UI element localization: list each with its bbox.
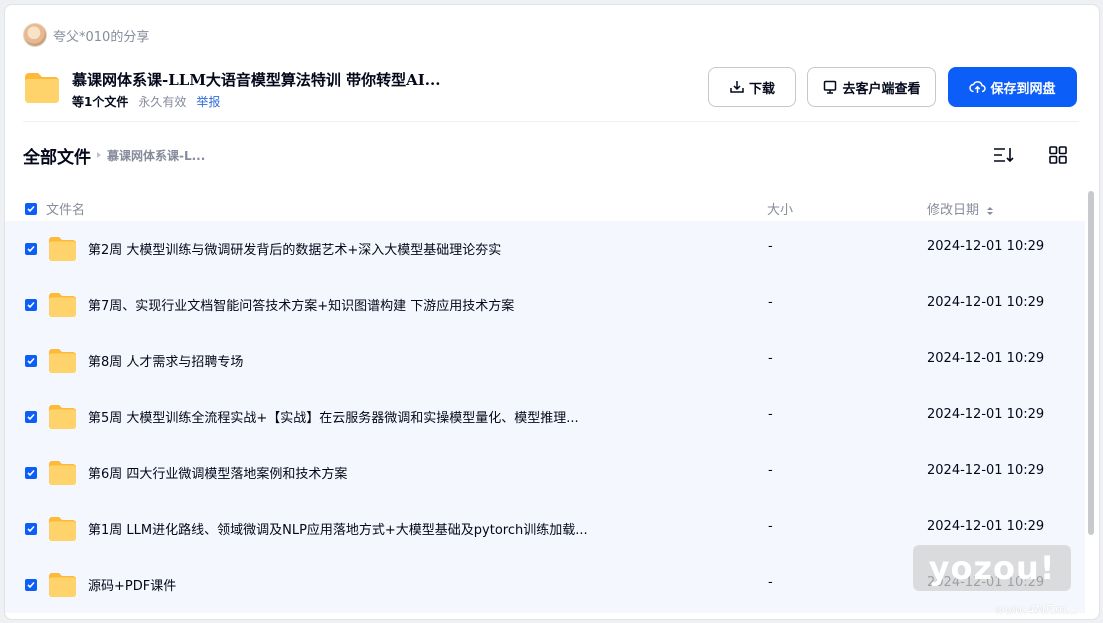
scrollbar[interactable]	[1088, 191, 1094, 535]
file-modified: 2024-12-01 10:29	[927, 519, 1045, 534]
sort-arrows-icon	[987, 206, 994, 215]
file-name[interactable]: 第6周 四大行业微调模型落地案例和技术方案	[88, 463, 347, 482]
folder-icon	[49, 461, 76, 485]
breadcrumb-root[interactable]: 全部文件	[23, 143, 91, 168]
row-checkbox[interactable]	[25, 243, 37, 255]
file-modified: 2024-12-01 10:29	[927, 463, 1045, 478]
share-page: 夸父*010的分享 慕课网体系课-LLM大语音模型算法特训 带你转型AI... …	[4, 4, 1100, 620]
table-header: 文件名 大小 修改日期	[5, 191, 1085, 223]
share-meta: 等1个文件 永久有效 举报	[72, 93, 220, 110]
validity-text: 永久有效	[138, 95, 187, 109]
download-button[interactable]: 下载	[708, 67, 796, 107]
breadcrumb-separator-icon	[97, 152, 101, 158]
download-icon	[730, 81, 744, 93]
column-name: 文件名	[46, 203, 86, 218]
folder-icon	[49, 517, 76, 541]
folder-icon	[49, 293, 76, 317]
checkbox-icon	[27, 469, 35, 477]
folder-icon	[25, 73, 59, 103]
save-label: 保存到网盘	[990, 81, 1056, 97]
row-checkbox[interactable]	[25, 467, 37, 479]
file-size: -	[768, 407, 773, 422]
row-checkbox[interactable]	[25, 411, 37, 423]
row-checkbox[interactable]	[25, 299, 37, 311]
sharer-name: 夸父*010的分享	[53, 29, 150, 45]
table-row[interactable]: 第2周 大模型训练与微调研发背后的数据艺术+深入大模型基础理论夯实 - 2024-1…	[5, 221, 1085, 277]
select-all-checkbox[interactable]	[25, 203, 37, 215]
column-modified-label: 修改日期	[927, 203, 980, 218]
sharer-info: 夸父*010的分享	[23, 23, 149, 47]
folder-icon	[49, 237, 76, 261]
table-row[interactable]: 第6周 四大行业微调模型落地案例和技术方案 - 2024-12-01 10:29	[5, 445, 1085, 501]
file-modified: 2024-12-01 10:29	[927, 407, 1045, 422]
checkbox-icon	[27, 413, 35, 421]
file-name[interactable]: 第8周 人才需求与招聘专场	[88, 351, 243, 370]
table-row[interactable]: 第5周 大模型训练全流程实战+【实战】在云服务器微调和实操模型量化、模型推理..…	[5, 389, 1085, 445]
table-row[interactable]: 第8周 人才需求与招聘专场 - 2024-12-01 10:29	[5, 333, 1085, 389]
client-label: 去客户端查看	[842, 81, 921, 97]
file-name[interactable]: 源码+PDF课件	[88, 575, 176, 594]
grid-view-icon[interactable]	[1046, 143, 1070, 167]
file-count: 等1个文件	[72, 95, 129, 109]
breadcrumb-current: 慕课网体系课-L...	[107, 148, 206, 163]
download-label: 下载	[748, 81, 775, 97]
column-modified[interactable]: 修改日期	[927, 199, 994, 218]
file-modified: 2024-12-01 10:29	[927, 295, 1045, 310]
file-modified: 2024-12-01 10:29	[927, 351, 1045, 366]
file-name[interactable]: 第5周 大模型训练全流程实战+【实战】在云服务器微调和实操模型量化、模型推理..…	[88, 407, 579, 426]
file-size: -	[768, 239, 773, 254]
open-in-client-button[interactable]: 去客户端查看	[807, 67, 936, 107]
share-title: 慕课网体系课-LLM大语音模型算法特训 带你转型AI...	[72, 71, 441, 89]
sort-icon[interactable]	[991, 143, 1015, 167]
file-size: -	[768, 351, 773, 366]
file-size: -	[768, 295, 773, 310]
watermark-text: yozou!	[928, 549, 1056, 587]
report-link[interactable]: 举报	[196, 93, 220, 110]
file-size: -	[768, 463, 773, 478]
file-name[interactable]: 第7周、实现行业文档智能问答技术方案+知识图谱构建 下游应用技术方案	[88, 295, 514, 314]
divider	[23, 121, 1079, 122]
watermark-logo: yozou!	[913, 545, 1071, 591]
file-size: -	[768, 575, 773, 590]
column-size: 大小	[767, 203, 794, 218]
save-to-drive-button[interactable]: 保存到网盘	[948, 67, 1077, 107]
checkbox-icon	[27, 245, 35, 253]
row-checkbox[interactable]	[25, 523, 37, 535]
watermark-url: www.4MF.m...	[995, 603, 1078, 617]
avatar[interactable]	[23, 23, 47, 47]
file-modified: 2024-12-01 10:29	[927, 239, 1045, 254]
file-name[interactable]: 第1周 LLM进化路线、领域微调及NLP应用落地方式+大模型基础及pytorch…	[88, 519, 588, 538]
desktop-icon	[824, 80, 837, 94]
breadcrumb: 全部文件 慕课网体系课-L...	[23, 141, 205, 169]
folder-icon	[49, 573, 76, 597]
share-header: 慕课网体系课-LLM大语音模型算法特训 带你转型AI... 等1个文件 永久有效…	[23, 67, 1079, 115]
checkbox-icon	[27, 357, 35, 365]
checkbox-icon	[27, 301, 35, 309]
row-checkbox[interactable]	[25, 355, 37, 367]
folder-icon	[49, 405, 76, 429]
file-size: -	[768, 519, 773, 534]
checkbox-icon	[27, 525, 35, 533]
checkbox-icon	[27, 581, 35, 589]
table-row[interactable]: 第7周、实现行业文档智能问答技术方案+知识图谱构建 下游应用技术方案 - 2024-…	[5, 277, 1085, 333]
checkbox-icon	[27, 205, 35, 213]
cloud-upload-icon	[969, 81, 987, 93]
folder-icon	[49, 349, 76, 373]
row-checkbox[interactable]	[25, 579, 37, 591]
file-name[interactable]: 第2周 大模型训练与微调研发背后的数据艺术+深入大模型基础理论夯实	[88, 239, 501, 258]
